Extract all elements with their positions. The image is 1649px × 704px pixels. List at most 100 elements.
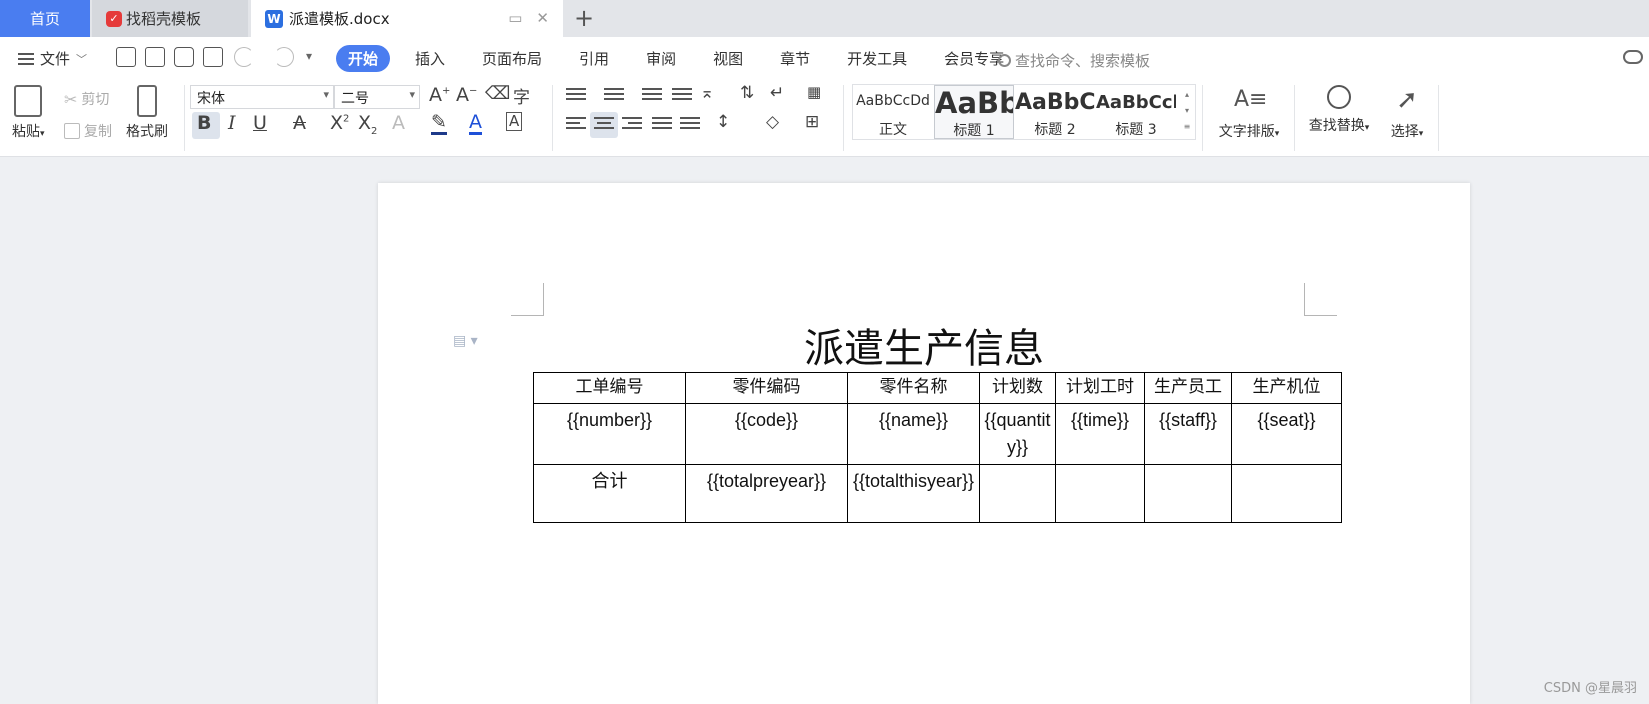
- table-cell[interactable]: [1144, 464, 1232, 523]
- style-heading-2[interactable]: AaBbC 标题 2: [1015, 85, 1095, 139]
- numbered-list-icon[interactable]: [604, 88, 624, 104]
- tab-start[interactable]: 开始: [336, 44, 391, 72]
- tab-review[interactable]: 审阅: [634, 45, 688, 72]
- text-layout-button[interactable]: A≡ 文字排版▾: [1212, 79, 1286, 141]
- cut-button[interactable]: ✂ 剪切: [64, 89, 109, 109]
- style-heading-1[interactable]: AaBb 标题 1: [934, 85, 1014, 139]
- character-border-icon[interactable]: A: [506, 112, 523, 131]
- font-name-select[interactable]: 宋体: [190, 85, 334, 109]
- export-pdf-icon[interactable]: [145, 47, 165, 67]
- tab-developer[interactable]: 开发工具: [835, 45, 919, 72]
- copy-button[interactable]: 复制: [64, 121, 112, 141]
- strikethrough-icon[interactable]: A: [293, 112, 306, 134]
- file-menu-button[interactable]: 文件 ﹀: [18, 48, 87, 69]
- table-cell[interactable]: 合计: [533, 464, 686, 523]
- table-cell[interactable]: {{number}}: [533, 403, 686, 465]
- command-search[interactable]: 查找命令、搜索模板: [998, 50, 1150, 71]
- styles-scroll[interactable]: ▴ ▾ ≡: [1181, 87, 1193, 135]
- table-cell[interactable]: {{staff}}: [1144, 403, 1232, 465]
- tab-section[interactable]: 章节: [768, 45, 822, 72]
- align-right-icon[interactable]: [622, 117, 642, 133]
- underline-icon[interactable]: U: [253, 112, 267, 134]
- table-cell[interactable]: [1231, 464, 1342, 523]
- header-cell[interactable]: 工单编号: [533, 372, 686, 404]
- document-page[interactable]: ▤ ▾ 派遣生产信息 工单编号 零件编码 零件名称 计划数 计划工时 生产员工 …: [378, 183, 1470, 704]
- print-icon[interactable]: [174, 47, 194, 67]
- chinese-layout-icon[interactable]: ⌅: [700, 83, 714, 103]
- table-grid-icon[interactable]: ▦: [807, 83, 821, 101]
- table-cell[interactable]: {{code}}: [685, 403, 848, 465]
- new-tab-button[interactable]: +: [574, 4, 594, 32]
- text-layout-icon: A≡: [1234, 87, 1268, 112]
- table-cell[interactable]: {{quantity}}: [979, 403, 1056, 465]
- shading-icon[interactable]: ◇: [766, 112, 779, 132]
- paste-button[interactable]: 粘贴▾: [12, 85, 45, 141]
- font-size-select[interactable]: 二号: [334, 85, 420, 109]
- clear-format-icon[interactable]: ⌫: [485, 83, 510, 104]
- increase-indent-icon[interactable]: [672, 88, 692, 104]
- find-replace-button[interactable]: 查找替换▾: [1302, 79, 1376, 135]
- redo-icon[interactable]: [274, 47, 294, 67]
- tab-view[interactable]: 视图: [701, 45, 755, 72]
- line-spacing-icon[interactable]: ↕: [716, 112, 730, 132]
- scroll-down-icon[interactable]: ▾: [1185, 106, 1189, 115]
- table-cell[interactable]: {{time}}: [1055, 403, 1145, 465]
- bold-icon[interactable]: B: [197, 112, 211, 134]
- more-styles-icon[interactable]: ≡: [1184, 122, 1191, 131]
- align-center-icon[interactable]: [594, 117, 614, 133]
- divider: [1438, 85, 1439, 151]
- scroll-up-icon[interactable]: ▴: [1185, 90, 1189, 99]
- header-cell[interactable]: 零件名称: [847, 372, 980, 404]
- text-effect-icon[interactable]: A: [392, 112, 405, 134]
- header-cell[interactable]: 计划工时: [1055, 372, 1145, 404]
- sort-icon[interactable]: ⇅: [740, 83, 754, 103]
- header-cell[interactable]: 零件编码: [685, 372, 848, 404]
- ribbon-toolbar: 粘贴▾ ✂ 剪切 复制 格式刷 宋体 二号 A+ A− ⌫ 字 B I U A …: [0, 79, 1649, 157]
- header-cell[interactable]: 生产机位: [1231, 372, 1342, 404]
- style-heading-3-name: 标题 3: [1115, 122, 1157, 138]
- justify-icon[interactable]: [652, 117, 672, 133]
- save-icon[interactable]: [116, 47, 136, 67]
- distribute-icon[interactable]: [680, 117, 700, 133]
- table-cell[interactable]: {{seat}}: [1231, 403, 1342, 465]
- superscript-icon[interactable]: X2: [330, 112, 349, 134]
- header-cell[interactable]: 生产员工: [1144, 372, 1232, 404]
- tab-references[interactable]: 引用: [567, 45, 621, 72]
- phonetic-guide-icon[interactable]: 字: [513, 83, 530, 108]
- table-cell[interactable]: {{totalpreyear}}: [685, 464, 848, 523]
- tab-template-store[interactable]: ✓ 找稻壳模板: [92, 0, 248, 37]
- grow-font-icon[interactable]: A+: [429, 84, 450, 106]
- decrease-indent-icon[interactable]: [642, 88, 662, 104]
- table-cell[interactable]: [979, 464, 1056, 523]
- print-preview-icon[interactable]: [203, 47, 223, 67]
- show-marks-icon[interactable]: ↵: [770, 83, 784, 103]
- table-cell[interactable]: {{name}}: [847, 403, 980, 465]
- tab-home[interactable]: 首页: [0, 0, 90, 37]
- header-cell[interactable]: 计划数: [979, 372, 1056, 404]
- highlight-color-icon[interactable]: ✎: [431, 112, 447, 135]
- font-color-icon[interactable]: A: [469, 112, 482, 135]
- shrink-font-icon[interactable]: A−: [456, 84, 477, 106]
- chevron-down-icon: ﹀: [76, 52, 88, 66]
- tab-document[interactable]: W 派遣模板.docx ▭ ✕: [251, 0, 563, 37]
- cloud-sync-icon[interactable]: [1623, 50, 1643, 64]
- bullet-list-icon[interactable]: [566, 88, 586, 104]
- divider: [1294, 85, 1295, 151]
- style-heading-3[interactable]: AaBbCcl 标题 3: [1096, 85, 1176, 139]
- subscript-icon[interactable]: X2: [358, 112, 377, 137]
- borders-icon[interactable]: ⊞: [805, 112, 819, 132]
- undo-icon[interactable]: [234, 47, 254, 67]
- tab-page-layout[interactable]: 页面布局: [470, 45, 554, 72]
- customize-toolbar-icon[interactable]: ▾: [306, 49, 312, 63]
- pin-window-icon[interactable]: ▭: [508, 9, 522, 27]
- style-normal[interactable]: AaBbCcDd 正文: [853, 85, 933, 139]
- close-tab-icon[interactable]: ✕: [536, 9, 549, 27]
- select-button[interactable]: ➚ 选择▾: [1382, 79, 1432, 141]
- table-cell[interactable]: [1055, 464, 1145, 523]
- italic-icon[interactable]: I: [228, 112, 236, 134]
- tab-insert[interactable]: 插入: [403, 45, 457, 72]
- table-cell[interactable]: {{totalthisyear}}: [847, 464, 980, 523]
- margin-corner-top-left: [511, 283, 544, 316]
- align-left-icon[interactable]: [566, 117, 586, 133]
- format-painter-button[interactable]: 格式刷: [126, 85, 168, 141]
